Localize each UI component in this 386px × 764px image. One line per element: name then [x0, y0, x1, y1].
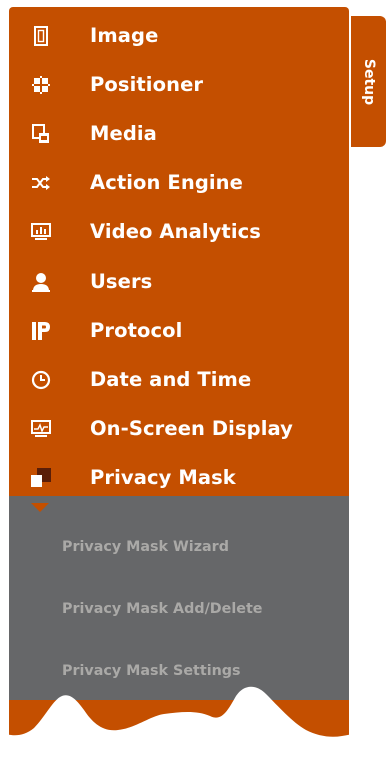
menu-item-video-analytics[interactable]: Video Analytics	[9, 207, 349, 256]
menu-item-label: Accessories	[84, 728, 215, 751]
submenu-item-label: Privacy Mask Add/Delete	[62, 601, 263, 617]
menu-item-positioner[interactable]: Positioner	[9, 60, 349, 109]
clock-icon	[31, 370, 51, 390]
film-frame-icon	[31, 25, 51, 46]
menu-item-label: Action Engine	[90, 171, 243, 194]
menu-item-on-screen-display[interactable]: On-Screen Display	[9, 404, 349, 453]
menu-item-protocol[interactable]: Protocol	[9, 306, 349, 355]
privacy-mask-submenu: Privacy Mask Wizard Privacy Mask Add/Del…	[9, 496, 349, 700]
setup-tab[interactable]: Setup	[351, 16, 386, 147]
submenu-item-privacy-mask-settings[interactable]: Privacy Mask Settings	[9, 640, 349, 702]
menu-item-label: Video Analytics	[90, 220, 262, 243]
analytics-monitor-icon	[31, 222, 51, 242]
menu-item-label: Positioner	[90, 73, 204, 96]
menu-item-label: On-Screen Display	[90, 417, 293, 440]
shuffle-icon	[31, 173, 51, 193]
monitor-icon	[31, 419, 51, 439]
media-icon	[31, 123, 51, 144]
menu-item-label: Privacy Mask	[90, 466, 236, 489]
menu-item-label: Image	[90, 24, 159, 47]
submenu-item-privacy-mask-add-delete[interactable]: Privacy Mask Add/Delete	[9, 578, 349, 640]
setup-menu: Image Positioner Media Action Engine Vid…	[9, 7, 349, 757]
submenu-item-label: Privacy Mask Wizard	[62, 539, 229, 555]
menu-item-label: Date and Time	[90, 368, 252, 391]
menu-item-image[interactable]: Image	[9, 11, 349, 60]
menu-item-label: Users	[90, 270, 153, 293]
menu-item-date-and-time[interactable]: Date and Time	[9, 355, 349, 404]
menu-item-privacy-mask[interactable]: Privacy Mask	[9, 453, 349, 502]
menu-item-media[interactable]: Media	[9, 109, 349, 158]
menu-item-label: Protocol	[90, 319, 183, 342]
menu-item-users[interactable]: Users	[9, 257, 349, 306]
privacy-mask-icon	[31, 467, 51, 488]
submenu-item-label: Privacy Mask Settings	[62, 663, 241, 679]
positioner-icon	[31, 75, 51, 95]
user-icon	[31, 272, 51, 292]
menu-item-action-engine[interactable]: Action Engine	[9, 158, 349, 207]
selected-item-pointer	[31, 503, 49, 512]
menu-item-label: Media	[90, 122, 157, 145]
submenu-item-privacy-mask-wizard[interactable]: Privacy Mask Wizard	[9, 516, 349, 578]
ip-icon	[31, 321, 51, 341]
setup-tab-label: Setup	[360, 58, 377, 105]
